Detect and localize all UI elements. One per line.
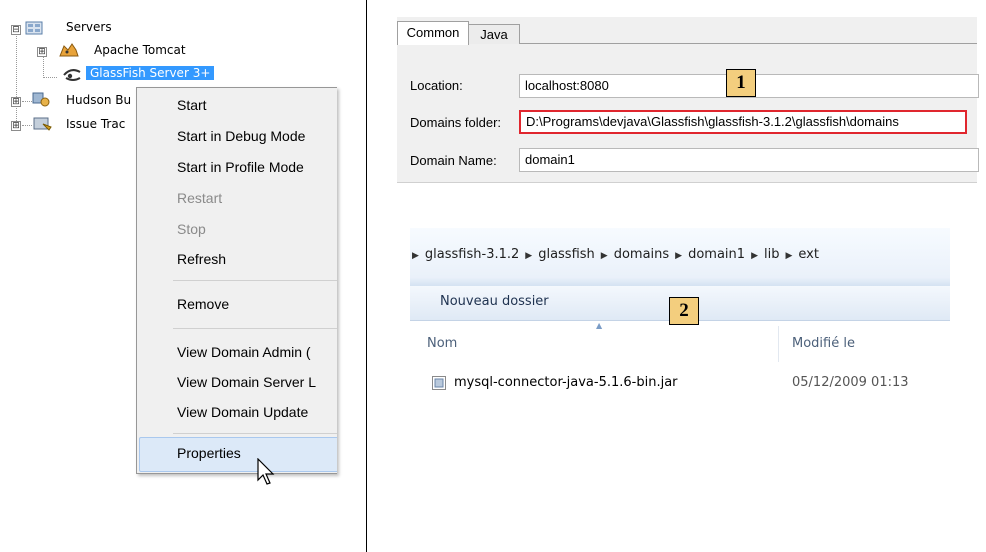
menu-item-view-domain-server-log[interactable]: View Domain Server L <box>177 374 316 390</box>
menu-item-start-profile[interactable]: Start in Profile Mode <box>177 159 304 175</box>
tree-guide-line <box>16 33 17 131</box>
menu-item-view-domain-update[interactable]: View Domain Update <box>177 404 308 420</box>
new-folder-button[interactable]: Nouveau dossier <box>440 294 549 309</box>
breadcrumb-separator-icon: ▶ <box>525 251 533 261</box>
breadcrumb-item[interactable]: domain1 <box>688 247 745 262</box>
breadcrumb-item[interactable]: domains <box>614 247 669 262</box>
sort-ascending-icon: ▲ <box>596 321 603 330</box>
issue-tracker-icon <box>33 115 52 131</box>
breadcrumb-item[interactable]: glassfish-3.1.2 <box>425 247 519 262</box>
breadcrumb: ▶ glassfish-3.1.2 ▶ glassfish ▶ domains ▶ domai… <box>410 247 819 262</box>
callout-badge-1: 1 <box>726 69 756 97</box>
tree-node-hudson[interactable]: Hudson Bu <box>66 93 131 107</box>
vertical-divider <box>366 0 367 552</box>
file-name: mysql-connector-java-5.1.6-bin.jar <box>454 375 678 390</box>
tree-node-issue-tracker[interactable]: Issue Trac <box>66 117 125 131</box>
servers-folder-icon <box>25 20 43 36</box>
breadcrumb-item[interactable]: lib <box>764 247 779 262</box>
domains-folder-field[interactable]: D:\Programs\devjava\Glassfish\glassfish-… <box>519 110 967 134</box>
breadcrumb-item[interactable]: glassfish <box>538 247 595 262</box>
collapse-icon[interactable]: ⊟ <box>11 25 21 35</box>
glassfish-icon <box>61 66 81 82</box>
mouse-cursor-icon <box>257 457 275 489</box>
tree-node-glassfish-server[interactable]: GlassFish Server 3+ <box>86 66 215 80</box>
tomcat-icon <box>58 42 79 58</box>
address-bar: ▶ glassfish-3.1.2 ▶ glassfish ▶ domains ▶ domai… <box>410 228 950 286</box>
menu-item-remove[interactable]: Remove <box>177 296 229 312</box>
file-modified-date: 05/12/2009 01:13 <box>792 375 909 390</box>
callout-badge-2: 2 <box>669 297 699 325</box>
breadcrumb-separator-icon: ▶ <box>785 251 793 261</box>
context-menu: Start Start in Debug Mode Start in Profi… <box>136 87 337 474</box>
file-explorer: ▶ glassfish-3.1.2 ▶ glassfish ▶ domains ▶ domai… <box>410 228 950 413</box>
hudson-icon <box>31 90 50 107</box>
file-row[interactable]: mysql-connector-java-5.1.6-bin.jar 05/12… <box>410 368 950 398</box>
breadcrumb-separator-icon: ▶ <box>600 251 608 261</box>
menu-item-restart[interactable]: Restart <box>177 190 222 206</box>
column-divider <box>778 326 779 362</box>
menu-separator <box>173 433 337 434</box>
expand-icon[interactable]: ⊞ <box>11 97 21 107</box>
server-properties-panel: Common Java Location: localhost:8080 Dom… <box>397 17 979 183</box>
tree-guide-line <box>43 77 57 78</box>
tree-node-servers[interactable]: Servers <box>66 20 112 34</box>
menu-item-view-domain-admin[interactable]: View Domain Admin ( <box>177 344 311 360</box>
tab-java[interactable]: Java <box>468 24 520 44</box>
menu-item-stop[interactable]: Stop <box>177 221 206 237</box>
location-label: Location: <box>410 78 463 93</box>
breadcrumb-item[interactable]: ext <box>798 247 819 262</box>
menu-separator <box>173 280 337 281</box>
column-header-name[interactable]: Nom <box>427 336 457 351</box>
column-header-modified[interactable]: Modifié le <box>792 336 855 351</box>
domain-name-field[interactable]: domain1 <box>519 148 979 172</box>
menu-item-start-debug[interactable]: Start in Debug Mode <box>177 128 305 144</box>
tree-guide-line <box>43 56 44 78</box>
tree-guide-line <box>22 125 32 126</box>
breadcrumb-separator-icon: ▶ <box>675 251 683 261</box>
jar-file-icon <box>431 375 447 394</box>
expand-icon[interactable]: ⊞ <box>37 47 47 57</box>
tab-common[interactable]: Common <box>397 21 469 45</box>
menu-item-refresh[interactable]: Refresh <box>177 251 226 267</box>
breadcrumb-separator-icon: ▶ <box>412 251 419 261</box>
domains-folder-label: Domains folder: <box>410 115 502 130</box>
menu-item-start[interactable]: Start <box>177 97 207 113</box>
breadcrumb-separator-icon: ▶ <box>751 251 758 261</box>
menu-separator <box>173 328 337 329</box>
tree-node-apache-tomcat[interactable]: Apache Tomcat <box>94 43 186 57</box>
expand-icon[interactable]: ⊞ <box>11 121 21 131</box>
domain-name-label: Domain Name: <box>410 153 497 168</box>
menu-item-properties[interactable]: Properties <box>177 445 241 461</box>
